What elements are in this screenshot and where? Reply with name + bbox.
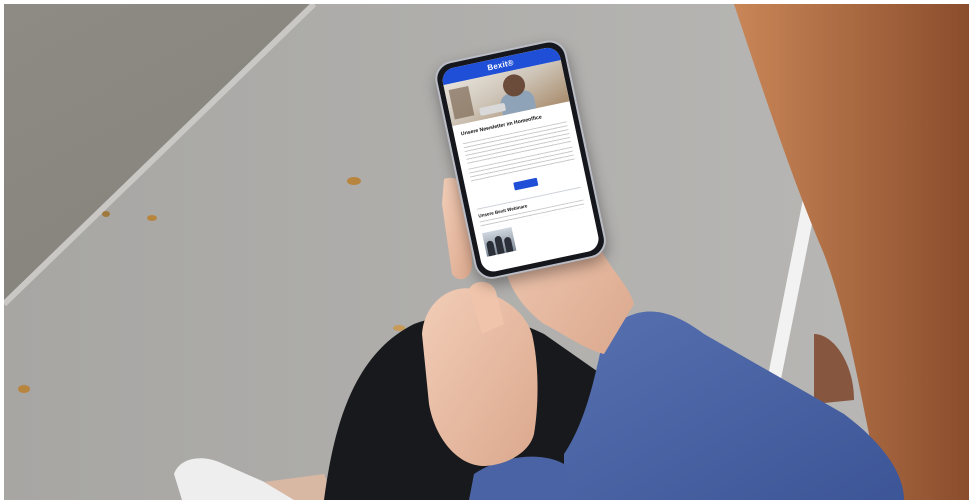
webinar-thumbnail (482, 226, 517, 257)
email-content: Unsere Newsletter im Homeoffice Unsere B… (452, 101, 597, 258)
email-cta-button[interactable] (513, 177, 539, 191)
photo-scene: Bexit® Unsere Newsletter im Homeoffice U… (4, 4, 969, 500)
